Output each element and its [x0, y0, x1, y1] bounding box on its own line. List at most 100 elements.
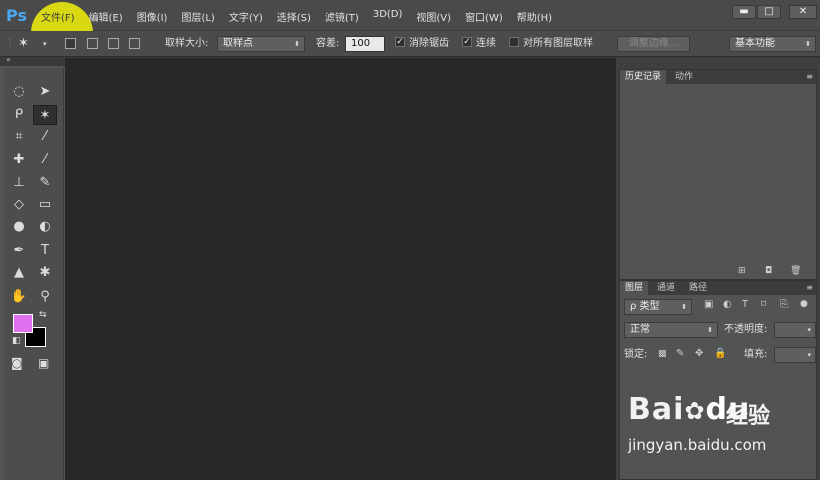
foreground-color-swatch[interactable]: [13, 314, 33, 333]
subtract-selection-icon[interactable]: [108, 38, 119, 49]
path-selection-tool[interactable]: ▲: [7, 263, 31, 283]
tab-layers[interactable]: 图层: [620, 281, 649, 295]
blur-tool[interactable]: ●: [7, 217, 31, 237]
chevron-down-icon: ▾: [807, 326, 811, 334]
hand-tool[interactable]: ✋: [7, 287, 31, 307]
shape-tool[interactable]: ✱: [33, 263, 57, 283]
contiguous-checkbox[interactable]: ✓ 连续: [462, 31, 496, 57]
fill-input[interactable]: ▾: [774, 347, 816, 363]
crop-tool[interactable]: ⌗: [7, 127, 31, 147]
tab-channels[interactable]: 通道: [652, 281, 680, 295]
opacity-input[interactable]: ▾: [774, 322, 816, 338]
collapse-left-icon[interactable]: «: [6, 55, 11, 64]
document-canvas-area[interactable]: [65, 58, 616, 480]
maximize-button[interactable]: □: [757, 5, 781, 19]
menu-help[interactable]: 帮助(H): [510, 9, 559, 24]
lock-all-icon[interactable]: 🔒: [714, 348, 726, 359]
move-tool[interactable]: ➤: [33, 82, 57, 102]
layer-filter-select[interactable]: ρ 类型 ⬍: [624, 299, 692, 315]
pen-tool[interactable]: ✒: [7, 241, 31, 261]
lock-image-icon[interactable]: ✎: [676, 348, 684, 359]
refine-edge-button[interactable]: 调整边缘...: [617, 36, 690, 52]
filter-toggle-icon[interactable]: ●: [800, 299, 808, 309]
adjustment-filter-icon[interactable]: ◐: [723, 299, 732, 310]
menu-type[interactable]: 文字(Y): [222, 9, 270, 24]
close-button[interactable]: ✕: [789, 5, 817, 19]
type-tool[interactable]: T: [33, 241, 57, 261]
check-icon: ✓: [395, 37, 405, 47]
brush-tool[interactable]: ⁄: [33, 150, 57, 170]
menu-edit[interactable]: 编辑(E): [82, 9, 130, 24]
zoom-tool[interactable]: ⚲: [33, 287, 57, 307]
sample-size-select[interactable]: 取样点 ⬍: [217, 36, 305, 52]
menu-view[interactable]: 视图(V): [409, 9, 458, 24]
tab-history[interactable]: 历史记录: [620, 70, 667, 84]
opacity-label: 不透明度:: [724, 324, 768, 335]
type-filter-icon[interactable]: T: [742, 299, 748, 310]
magic-wand-preset-icon[interactable]: ✶: [18, 31, 29, 57]
intersect-selection-icon[interactable]: [129, 38, 140, 49]
drop-icon: ●: [13, 219, 25, 234]
gradient-tool[interactable]: ▭: [33, 195, 57, 215]
anti-alias-checkbox[interactable]: ✓ 消除锯齿: [395, 31, 449, 57]
healing-brush-tool[interactable]: ✚: [7, 150, 31, 170]
layers-panel-tabs: 图层 通道 路径 ≡: [620, 281, 816, 295]
panel-menu-icon[interactable]: ≡: [806, 281, 813, 295]
contiguous-label: 连续: [476, 38, 496, 49]
add-selection-icon[interactable]: [87, 38, 98, 49]
eyedropper-icon: ⁄: [43, 129, 47, 144]
camera-icon[interactable]: ◘: [765, 266, 772, 276]
tab-paths[interactable]: 路径: [684, 281, 712, 295]
new-selection-icon[interactable]: [65, 38, 76, 49]
sample-all-layers-checkbox[interactable]: 对所有图层取样: [509, 31, 593, 57]
eraser-tool[interactable]: ◇: [7, 195, 31, 215]
minimize-button[interactable]: ▬: [732, 5, 756, 19]
history-brush-tool[interactable]: ✎: [33, 173, 57, 193]
preset-caret-icon[interactable]: ▾: [43, 31, 47, 57]
crop-icon: ⌗: [15, 129, 23, 144]
stamp-icon: ⊥: [13, 175, 25, 190]
menu-layer[interactable]: 图层(L): [174, 9, 221, 24]
pixel-filter-icon[interactable]: ▣: [704, 299, 713, 310]
tolerance-value: 100: [351, 38, 371, 49]
smart-object-filter-icon[interactable]: ⎘: [780, 299, 788, 310]
menu-file[interactable]: 文件(F): [34, 9, 82, 24]
menu-select[interactable]: 选择(S): [270, 9, 318, 24]
magic-wand-tool[interactable]: ✶: [33, 105, 57, 125]
shape-icon: ✱: [39, 265, 51, 280]
photoshop-logo: Ps: [6, 6, 27, 25]
quick-mask-icon[interactable]: ◙: [11, 356, 23, 370]
marquee-tool[interactable]: ◌: [7, 82, 31, 102]
lasso-tool[interactable]: ᑭ: [7, 105, 31, 125]
clone-stamp-tool[interactable]: ⊥: [7, 173, 31, 193]
blend-mode-select[interactable]: 正常 ⬍: [624, 322, 718, 338]
options-bar: ⋮ ✶ ▾ 取样大小: 取样点 ⬍ 容差: 100 ✓ 消除锯齿 ✓ 连续 对所有图…: [0, 31, 820, 57]
move-icon: ➤: [39, 84, 51, 99]
brush-icon: ⁄: [43, 152, 47, 167]
shape-filter-icon[interactable]: ⌑: [761, 299, 766, 310]
chevron-updown-icon: ⬍: [707, 326, 713, 334]
menu-image[interactable]: 图像(I): [130, 9, 175, 24]
magic-wand-icon: ✶: [39, 108, 51, 123]
lock-position-icon[interactable]: ✥: [695, 348, 703, 359]
new-snapshot-icon[interactable]: ⊞: [738, 266, 746, 276]
lock-transparent-icon[interactable]: ▩: [658, 349, 667, 359]
panel-menu-icon[interactable]: ≡: [806, 70, 813, 84]
fill-label: 填充:: [744, 349, 768, 360]
tolerance-input[interactable]: 100: [345, 36, 385, 52]
eyedropper-tool[interactable]: ⁄: [33, 127, 57, 147]
unchecked-box-icon: [509, 37, 519, 47]
tab-actions[interactable]: 动作: [670, 70, 698, 84]
menu-filter[interactable]: 滤镜(T): [318, 9, 366, 24]
trash-icon[interactable]: 🗑: [790, 266, 801, 276]
screen-mode-icon[interactable]: ▣: [38, 356, 49, 370]
tolerance-label: 容差:: [316, 38, 340, 49]
menu-window[interactable]: 窗口(W): [458, 9, 510, 24]
workspace-select[interactable]: 基本功能 ⬍: [729, 36, 816, 52]
default-colors-icon[interactable]: ◧: [12, 336, 21, 346]
menu-3d[interactable]: 3D(D): [366, 9, 410, 24]
dodge-icon: ◐: [39, 219, 51, 234]
swap-colors-icon[interactable]: ⇆: [39, 310, 47, 320]
dodge-tool[interactable]: ◐: [33, 217, 57, 237]
eraser-icon: ◇: [14, 197, 24, 212]
